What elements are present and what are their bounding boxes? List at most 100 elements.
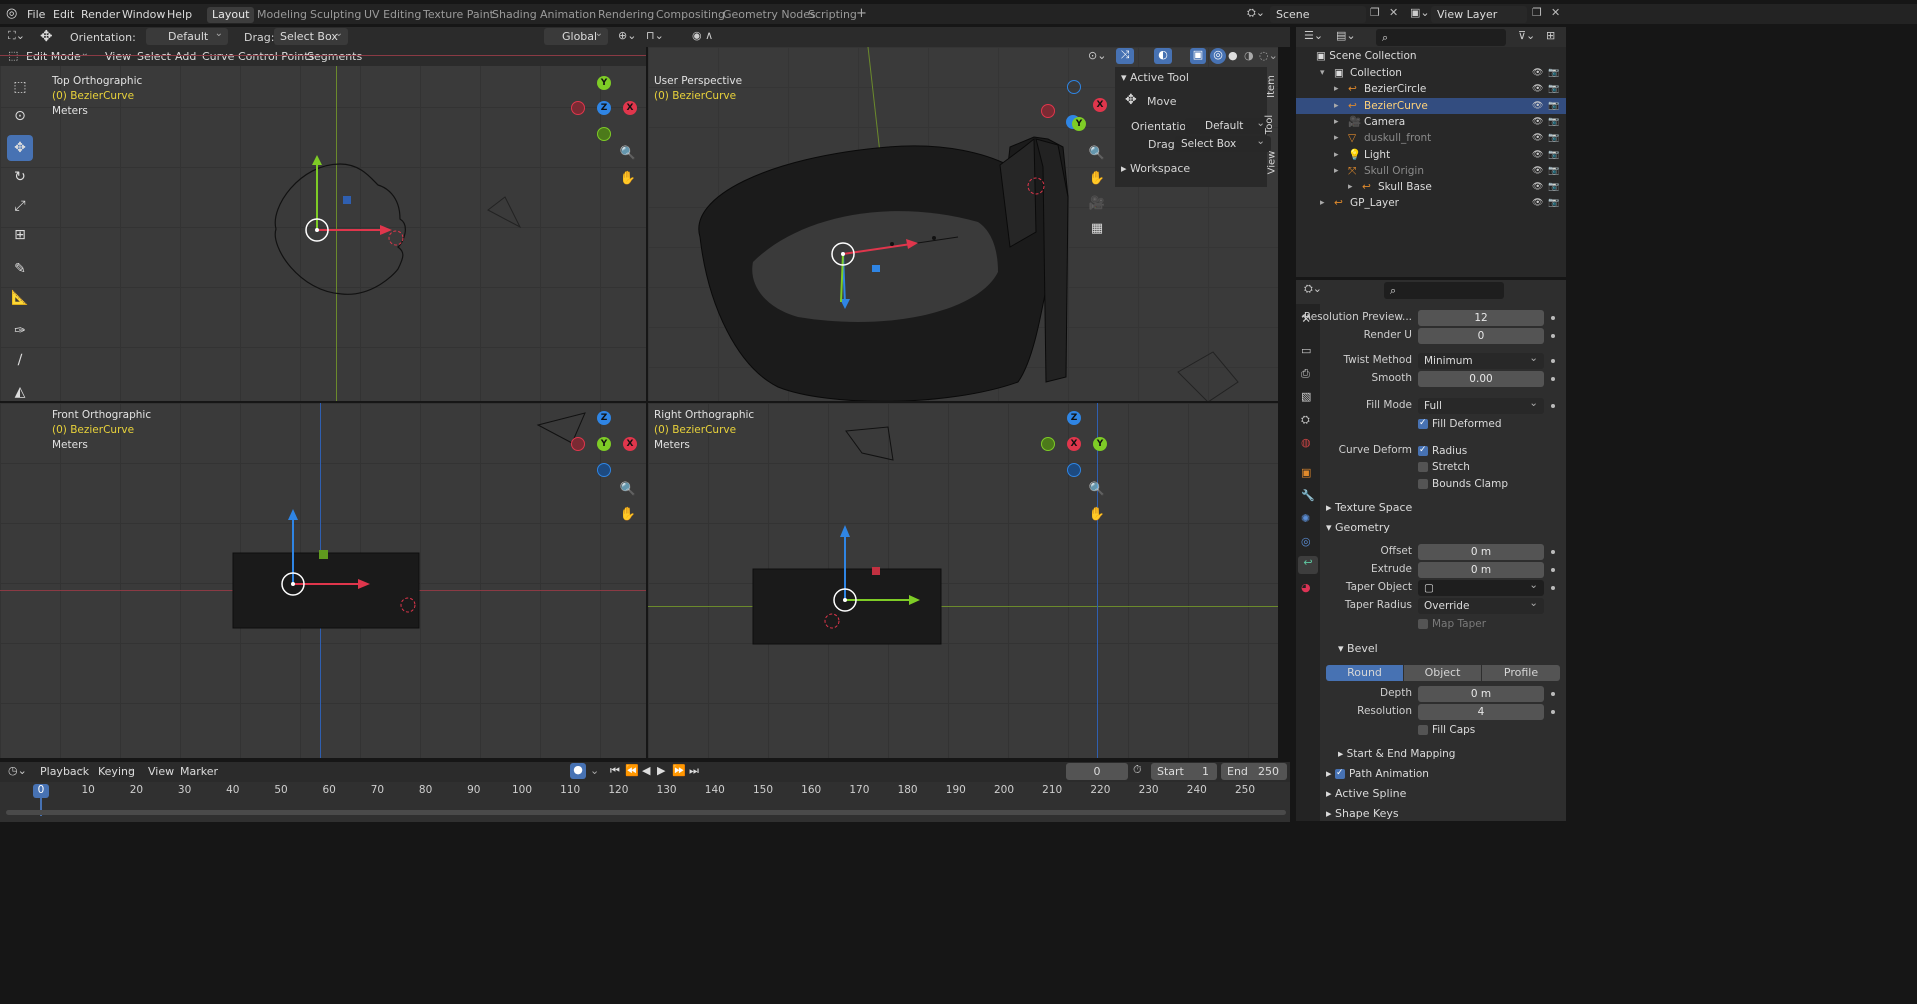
tab-view[interactable]: View bbox=[1266, 151, 1277, 175]
smooth-field[interactable]: 0.00 bbox=[1418, 371, 1544, 387]
path-animation-checkbox[interactable]: Path Animation bbox=[1335, 766, 1429, 781]
row-dot[interactable] bbox=[1551, 404, 1555, 408]
ortho-toggle-icon[interactable]: ▦ bbox=[1086, 217, 1108, 239]
viewport-top-ortho[interactable]: ⬚ Edit Mode View Select Add Curve Contro… bbox=[0, 47, 646, 401]
editor-type-icon[interactable]: ⛶⌄ bbox=[8, 29, 25, 43]
row-dot[interactable] bbox=[1551, 568, 1555, 572]
row-dot[interactable] bbox=[1551, 377, 1555, 381]
outliner-row[interactable]: ▸ 💡 Light 👁 📷 bbox=[1296, 147, 1566, 163]
fill-mode-dropdown[interactable]: Full bbox=[1418, 395, 1544, 414]
properties-search-input[interactable]: ⌕ bbox=[1384, 282, 1504, 299]
outliner-row[interactable]: ▸ ▽ duskull_front 👁 📷 bbox=[1296, 130, 1566, 146]
gizmo-z-icon[interactable] bbox=[1067, 80, 1081, 94]
outliner-row[interactable]: ▸ 🎥 Camera 👁 📷 bbox=[1296, 114, 1566, 130]
workspace-header[interactable]: ▸ Workspace bbox=[1121, 162, 1190, 175]
zoom-icon[interactable]: 🔍 bbox=[1086, 142, 1108, 164]
gizmo-y-icon[interactable]: Y bbox=[597, 437, 611, 451]
stretch-checkbox[interactable]: Stretch bbox=[1418, 460, 1470, 474]
transform-orientation-dropdown[interactable]: Global bbox=[544, 28, 608, 45]
shape-keys-section[interactable]: ▸ Shape Keys bbox=[1326, 807, 1399, 820]
pan-hand-icon[interactable]: ✋ bbox=[617, 503, 639, 525]
visibility-eye-icon[interactable]: 👁 bbox=[1532, 98, 1543, 114]
render-camera-icon[interactable]: 📷 bbox=[1548, 163, 1559, 179]
start-end-mapping-section[interactable]: ▸ Start & End Mapping bbox=[1338, 748, 1455, 760]
gizmo-x-icon[interactable]: X bbox=[1067, 437, 1081, 451]
current-frame-field[interactable]: 0 bbox=[1066, 763, 1128, 780]
visibility-eye-icon[interactable]: 👁 bbox=[1532, 179, 1543, 195]
scene-close-icon[interactable]: ✕ bbox=[1389, 6, 1398, 19]
render-camera-icon[interactable]: 📷 bbox=[1548, 179, 1559, 195]
row-dot[interactable] bbox=[1551, 586, 1555, 590]
expand-arrow-icon[interactable]: ▾ bbox=[1320, 65, 1325, 81]
render-camera-icon[interactable]: 📷 bbox=[1548, 81, 1559, 97]
timeline-editor-icon[interactable]: ◷⌄ bbox=[8, 764, 27, 777]
depth-field[interactable]: 0 m bbox=[1418, 686, 1544, 702]
gizmo-x-neg-icon[interactable] bbox=[571, 437, 585, 451]
bounds-clamp-checkbox[interactable]: Bounds Clamp bbox=[1418, 477, 1508, 491]
row-dot[interactable] bbox=[1551, 550, 1555, 554]
tab-sculpting[interactable]: Sculpting bbox=[305, 7, 366, 23]
active-tool-header[interactable]: ▾ Active Tool bbox=[1121, 71, 1189, 84]
shading-rendered-icon[interactable]: ◌⌄ bbox=[1259, 49, 1278, 62]
orientation-dropdown[interactable]: Default bbox=[1185, 115, 1271, 134]
expand-arrow-icon[interactable]: ▸ bbox=[1334, 163, 1339, 179]
tab-shading[interactable]: Shading bbox=[487, 7, 542, 23]
tab-animation[interactable]: Animation bbox=[535, 7, 601, 23]
play-icon[interactable]: ▶ bbox=[657, 764, 665, 777]
pan-hand-icon[interactable]: ✋ bbox=[1086, 167, 1108, 189]
expand-arrow-icon[interactable]: ▸ bbox=[1334, 130, 1339, 146]
pivot-icon[interactable]: ⊕⌄ bbox=[618, 29, 636, 42]
radius-checkbox[interactable]: Radius bbox=[1418, 443, 1467, 458]
viewport-user-perspective[interactable]: User Perspective (0) BezierCurve ⊙⌄ ⤨ ◐ … bbox=[648, 47, 1278, 401]
visibility-eye-icon[interactable]: 👁 bbox=[1532, 65, 1543, 81]
keying-dropdown-icon[interactable]: ⌄ bbox=[590, 764, 599, 777]
zoom-icon[interactable]: 🔍 bbox=[617, 478, 639, 500]
expand-arrow-icon[interactable]: ▸ bbox=[1334, 147, 1339, 163]
end-frame-field[interactable]: End 250 bbox=[1221, 763, 1287, 780]
tab-modeling[interactable]: Modeling bbox=[252, 7, 312, 23]
expand-arrow-icon[interactable]: ▸ bbox=[1334, 98, 1339, 114]
proportional-edit-icon[interactable]: ◉ ∧ bbox=[692, 29, 713, 42]
scene-tab-icon[interactable]: ⛭ bbox=[1301, 413, 1310, 427]
orientation-dropdown[interactable]: Default bbox=[146, 28, 228, 45]
gizmo-z-neg-icon[interactable] bbox=[1067, 463, 1081, 477]
xray-icon[interactable]: ▣ bbox=[1190, 48, 1206, 64]
map-taper-checkbox[interactable]: Map Taper bbox=[1418, 617, 1486, 631]
row-dot[interactable] bbox=[1551, 710, 1555, 714]
shading-material-icon[interactable]: ◑ bbox=[1244, 49, 1254, 62]
scene-icon[interactable]: ⛭⌄ bbox=[1247, 6, 1265, 20]
visibility-eye-icon[interactable]: 👁 bbox=[1532, 147, 1543, 163]
resolution-preview-field[interactable]: 12 bbox=[1418, 310, 1544, 326]
auto-keying-icon[interactable]: ● bbox=[570, 763, 586, 779]
start-frame-field[interactable]: Start 1 bbox=[1151, 763, 1217, 780]
gizmo-z-icon[interactable]: Z bbox=[597, 411, 611, 425]
viewport-front-ortho[interactable]: Front Orthographic (0) BezierCurve Meter… bbox=[0, 403, 646, 758]
extrude-field[interactable]: 0 m bbox=[1418, 562, 1544, 578]
jump-start-icon[interactable]: ⏮ bbox=[610, 764, 620, 778]
bevel-section[interactable]: ▾ Bevel bbox=[1338, 642, 1378, 655]
fill-caps-checkbox[interactable]: Fill Caps bbox=[1418, 723, 1475, 737]
menu-file[interactable]: File bbox=[27, 8, 45, 22]
outliner-row[interactable]: ▸ ↩ Skull Base 👁 📷 bbox=[1296, 179, 1566, 195]
playback-menu[interactable]: Playback bbox=[34, 763, 90, 780]
bevel-mode-object-button[interactable]: Object bbox=[1404, 665, 1481, 681]
camera-view-icon[interactable]: 🎥 bbox=[1086, 192, 1108, 214]
viewport-right-ortho[interactable]: Right Orthographic (0) BezierCurve Meter… bbox=[648, 403, 1278, 758]
drag-dropdown[interactable]: Select Box bbox=[274, 28, 348, 45]
tab-tool[interactable]: Tool bbox=[1264, 115, 1275, 134]
gizmo-x-icon[interactable]: X bbox=[623, 437, 637, 451]
overlay-icon[interactable]: ◐ bbox=[1154, 48, 1172, 64]
row-dot[interactable] bbox=[1551, 692, 1555, 696]
visibility-eye-icon[interactable]: 👁 bbox=[1532, 81, 1543, 97]
gizmo-y-icon[interactable]: Y bbox=[1072, 117, 1086, 131]
gizmo-toggle-icon[interactable]: ⤨ bbox=[1116, 48, 1134, 64]
twist-method-dropdown[interactable]: Minimum bbox=[1418, 350, 1544, 369]
menu-render[interactable]: Render bbox=[81, 8, 120, 22]
gizmo-y-neg-icon[interactable] bbox=[1041, 437, 1055, 451]
visibility-eye-icon[interactable]: 👁 bbox=[1532, 163, 1543, 179]
view-layer-icon[interactable]: ▣⌄ bbox=[1410, 6, 1430, 19]
row-dot[interactable] bbox=[1551, 316, 1555, 320]
filter-icon[interactable]: ⊽⌄ bbox=[1518, 29, 1535, 42]
offset-field[interactable]: 0 m bbox=[1418, 544, 1544, 560]
path-animation-section[interactable]: ▸ Path Animation bbox=[1326, 766, 1429, 781]
